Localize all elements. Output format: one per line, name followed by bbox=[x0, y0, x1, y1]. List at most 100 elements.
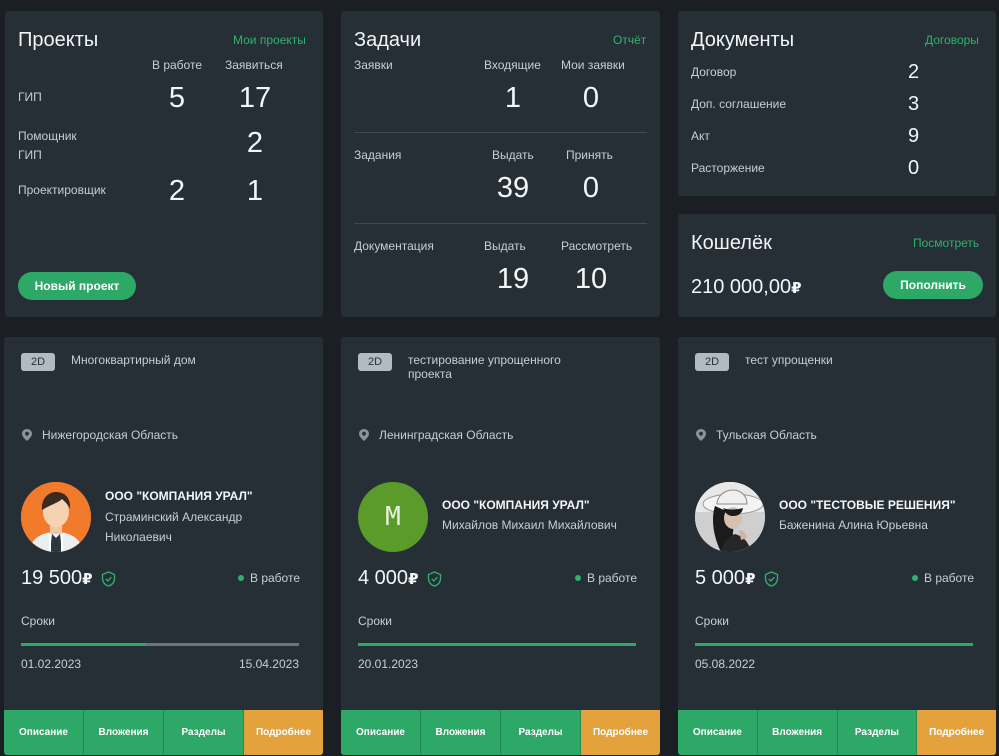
tab-details[interactable]: Подробнее bbox=[244, 710, 323, 755]
card-tabs: Описание Вложения Разделы Подробнее bbox=[678, 710, 996, 755]
card-tabs: Описание Вложения Разделы Подробнее bbox=[341, 710, 660, 755]
tab-description[interactable]: Описание bbox=[678, 710, 758, 755]
start-date: 20.01.2023 bbox=[358, 657, 419, 671]
report-link[interactable]: Отчёт bbox=[613, 33, 646, 47]
project-card[interactable]: 2D тестирование упрощенного проекта Лени… bbox=[341, 337, 660, 755]
doc-value-termination[interactable]: 0 bbox=[908, 158, 919, 178]
wallet-panel: Кошелёк Посмотреть 210 000,00₽ Пополнить bbox=[678, 214, 996, 317]
col-review: Рассмотреть bbox=[561, 239, 633, 253]
shield-check-icon bbox=[101, 571, 116, 587]
company-name: ООО "КОМПАНИЯ УРАЛ" bbox=[442, 498, 590, 512]
designer-apply-value[interactable]: 1 bbox=[225, 177, 285, 206]
doc-issue-value[interactable]: 19 bbox=[483, 265, 543, 294]
deadline-label: Сроки bbox=[358, 614, 392, 628]
tab-sections[interactable]: Разделы bbox=[164, 710, 244, 755]
company-name: ООО "ТЕСТОВЫЕ РЕШЕНИЯ" bbox=[779, 498, 956, 512]
doc-label-termination: Расторжение bbox=[691, 161, 765, 175]
region: Нижегородская Область bbox=[42, 428, 179, 442]
tab-description[interactable]: Описание bbox=[4, 710, 84, 755]
deadline-progress-bar bbox=[695, 643, 973, 646]
status-text: В работе bbox=[924, 571, 975, 585]
card-tabs: Описание Вложения Разделы Подробнее bbox=[4, 710, 323, 755]
tab-details[interactable]: Подробнее bbox=[581, 710, 660, 755]
tab-sections[interactable]: Разделы bbox=[501, 710, 581, 755]
location-pin-icon bbox=[22, 429, 32, 441]
divider bbox=[354, 223, 647, 224]
row-label-assistant-gip: Помощник ГИП bbox=[18, 129, 77, 162]
region: Тульская Область bbox=[716, 428, 817, 442]
shield-check-icon bbox=[764, 571, 779, 587]
location-pin-icon bbox=[359, 429, 369, 441]
price: 5 000₽ bbox=[695, 567, 756, 590]
progress-fill bbox=[358, 643, 636, 646]
doc-value-contract[interactable]: 2 bbox=[908, 62, 919, 82]
gip-in-work-value[interactable]: 5 bbox=[147, 84, 207, 113]
status-text: В работе bbox=[587, 571, 638, 585]
price: 4 000₽ bbox=[358, 567, 419, 590]
progress-fill bbox=[21, 643, 147, 646]
review-value[interactable]: 10 bbox=[561, 265, 621, 294]
view-wallet-link[interactable]: Посмотреть bbox=[913, 236, 979, 250]
project-card[interactable]: 2D тест упрощенки Тульская Область ООО "… bbox=[678, 337, 996, 755]
tab-description[interactable]: Описание bbox=[341, 710, 421, 755]
project-title[interactable]: Многоквартирный дом bbox=[71, 353, 271, 367]
deadline-label: Сроки bbox=[695, 614, 729, 628]
designer-in-work-value[interactable]: 2 bbox=[147, 177, 207, 206]
doc-label-act: Акт bbox=[691, 129, 710, 143]
gip-apply-value[interactable]: 17 bbox=[225, 84, 285, 113]
col-my-requests: Мои заявки bbox=[561, 58, 625, 72]
start-date: 01.02.2023 bbox=[21, 657, 82, 671]
type-tag: 2D bbox=[358, 353, 392, 371]
doc-value-addendum[interactable]: 3 bbox=[908, 94, 919, 114]
doc-value-act[interactable]: 9 bbox=[908, 126, 919, 146]
tab-attachments[interactable]: Вложения bbox=[757, 710, 838, 755]
ruble-sign: ₽ bbox=[82, 571, 93, 588]
documents-title: Документы bbox=[691, 29, 795, 51]
status-text: В работе bbox=[250, 571, 301, 585]
section-label-requests: Заявки bbox=[354, 58, 393, 72]
location-pin-icon bbox=[696, 429, 706, 441]
tasks-title: Задачи bbox=[354, 29, 422, 51]
doc-label-contract: Договор bbox=[691, 65, 737, 79]
price-value: 5 000 bbox=[695, 567, 746, 589]
tab-sections[interactable]: Разделы bbox=[837, 710, 918, 755]
incoming-value[interactable]: 1 bbox=[483, 84, 543, 113]
my-projects-link[interactable]: Мои проекты bbox=[233, 33, 306, 47]
project-card[interactable]: 2D Многоквартирный дом Нижегородская Обл… bbox=[4, 337, 323, 755]
section-label-documentation: Документация bbox=[354, 239, 434, 253]
row-label-gip: ГИП bbox=[18, 90, 42, 104]
tab-attachments[interactable]: Вложения bbox=[421, 710, 501, 755]
projects-title: Проекты bbox=[18, 29, 99, 51]
divider bbox=[354, 132, 647, 133]
deadline-progress-bar bbox=[21, 643, 299, 646]
tab-attachments[interactable]: Вложения bbox=[84, 710, 164, 755]
assistant-apply-value[interactable]: 2 bbox=[225, 129, 285, 158]
accept-value[interactable]: 0 bbox=[561, 174, 621, 203]
col-doc-issue: Выдать bbox=[484, 239, 526, 253]
tab-details[interactable]: Подробнее bbox=[917, 710, 996, 755]
man-avatar-icon[interactable] bbox=[21, 482, 91, 552]
col-apply: Заявиться bbox=[225, 58, 283, 72]
letter-avatar[interactable]: М bbox=[358, 482, 428, 552]
region: Ленинградская Область bbox=[379, 428, 514, 442]
price-value: 19 500 bbox=[21, 567, 83, 589]
progress-fill bbox=[695, 643, 973, 646]
wallet-amount: 210 000,00₽ bbox=[691, 276, 802, 299]
section-label-assignments: Задания bbox=[354, 148, 402, 162]
top-up-button[interactable]: Пополнить bbox=[883, 271, 983, 299]
issue-value[interactable]: 39 bbox=[483, 174, 543, 203]
woman-photo-avatar[interactable] bbox=[695, 482, 765, 552]
new-project-button[interactable]: Новый проект bbox=[18, 272, 136, 300]
start-date: 05.08.2022 bbox=[695, 657, 756, 671]
ruble-sign: ₽ bbox=[791, 280, 802, 297]
end-date: 15.04.2023 bbox=[238, 657, 299, 671]
type-tag: 2D bbox=[21, 353, 55, 371]
project-title[interactable]: тест упрощенки bbox=[745, 353, 945, 367]
shield-check-icon bbox=[427, 571, 442, 587]
deadline-progress-bar bbox=[358, 643, 636, 646]
col-in-work: В работе bbox=[152, 58, 203, 72]
documents-panel: Документы Договоры Договор 2 Доп. соглаш… bbox=[678, 11, 996, 196]
contracts-link[interactable]: Договоры bbox=[925, 33, 979, 47]
project-title[interactable]: тестирование упрощенного проекта bbox=[408, 353, 583, 381]
my-requests-value[interactable]: 0 bbox=[561, 84, 621, 113]
